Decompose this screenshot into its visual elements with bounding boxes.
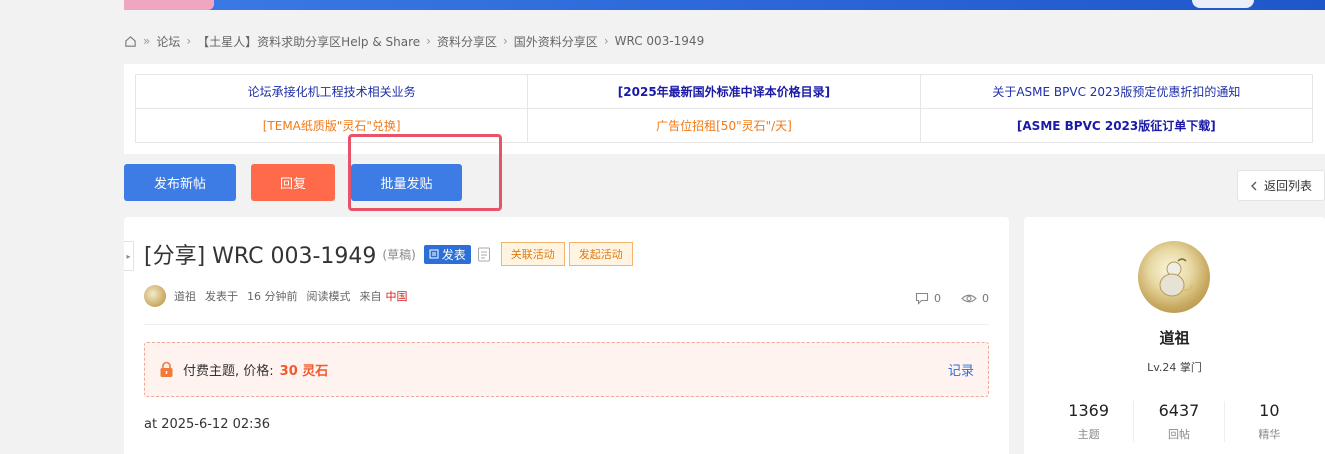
view-count: 0: [982, 292, 989, 305]
link-asme-order-form[interactable]: [ASME BPVC 2023版征订单下载]: [1017, 119, 1216, 133]
thread-meta: 道祖 发表于 16 分钟前 阅读模式 来自 中国: [144, 285, 417, 307]
launch-activity-button[interactable]: 发起活动: [568, 242, 633, 266]
stat-replies-value: 6437: [1158, 401, 1200, 420]
reply-count-stat: 0: [915, 292, 941, 305]
clipboard-icon[interactable]: [477, 246, 491, 262]
eye-icon: [961, 294, 977, 303]
home-icon[interactable]: [124, 35, 137, 48]
stat-replies-label: 回帖: [1167, 428, 1190, 441]
read-mode-link[interactable]: 阅读模式: [307, 288, 351, 304]
announcement-links-panel: 论坛承接化机工程技术相关业务 [2025年最新国外标准中译本价格目录] 关于AS…: [124, 64, 1325, 154]
reply-button[interactable]: 回复: [251, 164, 335, 201]
publish-button[interactable]: 发表: [423, 244, 471, 264]
posted-prefix: 发表于: [205, 290, 238, 303]
breadcrumb-item-foreign-share[interactable]: 国外资料分享区: [514, 33, 598, 50]
author-avatar[interactable]: [1138, 241, 1210, 313]
breadcrumb-item-current: WRC 003-1949: [614, 34, 705, 48]
profile-stats: 1369 主题 6437 回帖 10 精华: [1044, 401, 1314, 442]
breadcrumb-item-share-area[interactable]: 资料分享区: [437, 33, 497, 50]
profile-level: Lv.24 掌门: [1147, 361, 1202, 374]
stat-replies[interactable]: 6437 回帖: [1134, 401, 1225, 442]
breadcrumb-separator: ›: [603, 34, 609, 48]
breadcrumb-separator: ›: [426, 34, 431, 48]
divider: [144, 324, 989, 325]
breadcrumb-item-forum[interactable]: 论坛: [156, 33, 180, 50]
lock-icon: [160, 361, 173, 377]
paid-topic-label: 付费主题, 价格:: [183, 364, 274, 379]
breadcrumb-item-help-share[interactable]: 【土星人】资料求助分享区Help & Share: [197, 33, 420, 50]
breadcrumb-separator: ›: [186, 34, 192, 48]
from-prefix: 来自: [359, 290, 382, 303]
comment-icon: [915, 292, 929, 305]
publish-label: 发表: [441, 247, 466, 262]
stat-topics[interactable]: 1369 主题: [1044, 401, 1135, 442]
new-post-button[interactable]: 发布新帖: [124, 164, 236, 201]
link-tema-exchange[interactable]: [TEMA纸质版"灵石"兑换]: [263, 119, 401, 133]
breadcrumb: » 论坛 › 【土星人】资料求助分享区Help & Share › 资料分享区 …: [124, 31, 704, 51]
thread-title: [分享] WRC 003-1949: [144, 244, 377, 269]
author-profile-card: 道祖 Lv.24 掌门 1369 主题 6437 回帖 10 精华: [1024, 217, 1325, 454]
back-to-list-label: 返回列表: [1263, 179, 1312, 193]
chevron-left-icon: [1251, 181, 1257, 190]
author-avatar-small[interactable]: [144, 285, 166, 307]
stat-digest-label: 精华: [1258, 428, 1281, 441]
profile-username[interactable]: 道祖: [1024, 327, 1325, 348]
paid-topic-notice: 付费主题, 价格: 30 灵石 记录: [144, 342, 989, 397]
view-count-stat: 0: [961, 292, 989, 305]
link-engineering-services[interactable]: 论坛承接化机工程技术相关业务: [248, 85, 416, 99]
link-ad-space[interactable]: 广告位招租[50"灵石"/天]: [656, 119, 792, 133]
gourd-avatar-icon: [1159, 258, 1193, 297]
thread-title-row: [分享] WRC 003-1949 (草稿) 发表 关联活动 发起活动: [144, 237, 633, 271]
purchase-record-link[interactable]: 记录: [948, 360, 974, 379]
breadcrumb-separator: »: [143, 34, 151, 48]
link-standards-price-list[interactable]: [2025年最新国外标准中译本价格目录]: [618, 85, 830, 99]
stat-digest-value: 10: [1259, 401, 1280, 420]
draft-label: (草稿): [382, 247, 416, 262]
announcement-links-table: 论坛承接化机工程技术相关业务 [2025年最新国外标准中译本价格目录] 关于AS…: [134, 74, 1314, 143]
related-activity-button[interactable]: 关联活动: [500, 242, 565, 266]
posted-time: 16 分钟前: [247, 290, 298, 303]
document-icon: [429, 249, 439, 259]
price-value: 30 灵石: [279, 364, 329, 379]
from-region: 中国: [385, 290, 408, 303]
top-banner[interactable]: [124, 0, 1325, 10]
stat-digest[interactable]: 10 精华: [1225, 401, 1314, 442]
banner-decoration: [124, 0, 214, 10]
thread-stats: 0 0: [901, 292, 989, 305]
highlight-box: [348, 134, 502, 211]
thread-panel: ▸ [分享] WRC 003-1949 (草稿) 发表 关联活动 发起活动 道祖…: [124, 217, 1009, 454]
author-name[interactable]: 道祖: [174, 288, 196, 304]
breadcrumb-separator: ›: [502, 34, 508, 48]
collapse-sidebar-toggle[interactable]: ▸: [124, 241, 134, 271]
stat-topics-label: 主题: [1077, 428, 1100, 441]
link-asme-discount-notice[interactable]: 关于ASME BPVC 2023版预定优惠折扣的通知: [992, 85, 1240, 99]
back-to-list-button[interactable]: 返回列表: [1237, 170, 1325, 201]
banner-pill: [1192, 0, 1254, 8]
reply-count: 0: [934, 292, 941, 305]
post-body-text: at 2025-6-12 02:36: [144, 417, 271, 432]
stat-topics-value: 1369: [1068, 401, 1110, 420]
